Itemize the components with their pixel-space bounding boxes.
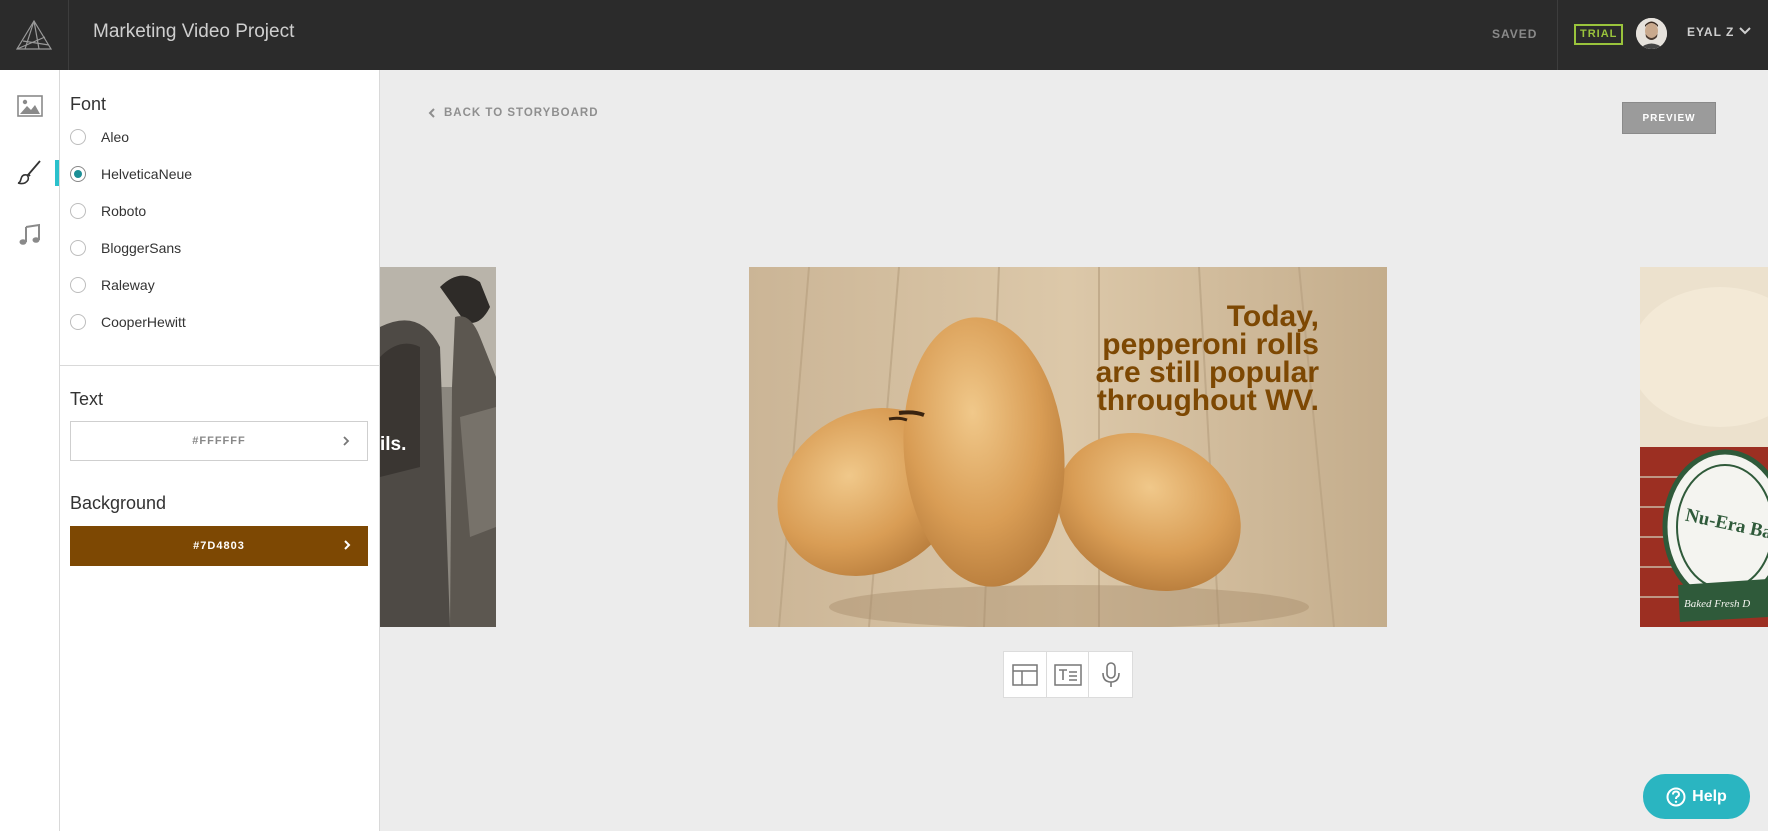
font-section-title: Font (70, 94, 107, 114)
question-icon (1666, 787, 1686, 806)
topbar-divider (1557, 0, 1558, 70)
layout-button[interactable] (1004, 652, 1047, 697)
rail-active-indicator (55, 160, 59, 186)
current-slide[interactable]: Today, pepperoni rolls are still popular… (749, 267, 1387, 627)
user-name[interactable]: EYAL Z (1687, 25, 1734, 39)
user-avatar-icon (1636, 18, 1667, 49)
back-link-label: BACK TO STORYBOARD (444, 107, 599, 119)
font-option-label: Raleway (101, 277, 155, 293)
radio-button[interactable] (70, 240, 86, 256)
logo-icon (15, 19, 53, 50)
help-button[interactable]: Help (1643, 774, 1750, 819)
font-option[interactable]: Aleo (70, 126, 370, 148)
layout-icon (1012, 663, 1038, 686)
chevron-right-icon (344, 540, 351, 550)
style-panel: Font Aleo HelveticaNeue Roboto BloggerSa… (60, 70, 380, 831)
next-slide-image: Nu-Era Bakery Baked Fresh D (1640, 267, 1768, 627)
font-option-label: HelveticaNeue (101, 166, 193, 182)
help-label: Help (1692, 787, 1727, 805)
trial-badge[interactable]: TRIAL (1574, 24, 1624, 45)
panel-divider (60, 365, 379, 366)
avatar[interactable] (1636, 18, 1667, 49)
background-color-picker[interactable]: #7D4803 (70, 526, 368, 566)
font-option-label: Aleo (101, 129, 130, 145)
chevron-down-icon[interactable] (1738, 24, 1752, 38)
text-section-title: Text (70, 389, 104, 409)
font-option[interactable]: Roboto (70, 200, 370, 222)
save-status: SAVED (1492, 27, 1538, 41)
font-option-label: BloggerSans (101, 240, 182, 256)
top-bar: Marketing Video Project SAVED TRIAL EYAL… (0, 0, 1768, 70)
rail-item-music[interactable] (0, 215, 60, 255)
radio-button-selected[interactable] (70, 166, 86, 182)
rail-item-style[interactable] (0, 152, 60, 192)
font-option[interactable]: Raleway (70, 274, 370, 296)
back-to-storyboard-link[interactable]: BACK TO STORYBOARD (428, 107, 599, 119)
microphone-icon (1101, 661, 1120, 687)
text-color-value: #FFFFFF (192, 435, 246, 447)
slide-toolbar (1003, 651, 1133, 698)
chevron-right-icon (343, 436, 350, 446)
chevron-left-icon (428, 108, 435, 118)
radio-button[interactable] (70, 277, 86, 293)
voiceover-button[interactable] (1089, 652, 1132, 697)
brush-icon (17, 160, 41, 185)
app-logo[interactable] (0, 0, 69, 70)
text-icon (1053, 663, 1082, 686)
text-button[interactable] (1047, 652, 1090, 697)
music-icon (19, 223, 40, 245)
text-color-picker[interactable]: #FFFFFF (70, 421, 368, 461)
font-option-label: Roboto (101, 203, 147, 219)
radio-button[interactable] (70, 129, 86, 145)
background-color-value: #7D4803 (193, 540, 245, 552)
image-icon (17, 95, 43, 117)
preview-button[interactable]: PREVIEW (1622, 102, 1716, 134)
previous-slide-caption: ils. (380, 434, 407, 455)
next-slide-sign-sub: Baked Fresh D (1684, 598, 1750, 610)
previous-slide[interactable]: ils. (380, 267, 496, 627)
radio-button[interactable] (70, 314, 86, 330)
tool-rail (0, 70, 60, 831)
font-option[interactable]: CooperHewitt (70, 311, 370, 333)
radio-button[interactable] (70, 203, 86, 219)
project-title[interactable]: Marketing Video Project (93, 21, 294, 43)
slide-caption-text[interactable]: Today, pepperoni rolls are still popular… (1096, 302, 1319, 416)
font-option[interactable]: HelveticaNeue (70, 163, 370, 185)
next-slide[interactable]: Nu-Era Bakery Baked Fresh D (1640, 267, 1768, 627)
rail-item-media[interactable] (0, 86, 60, 126)
font-option-label: CooperHewitt (101, 314, 186, 330)
font-option[interactable]: BloggerSans (70, 237, 370, 259)
background-section-title: Background (70, 493, 167, 513)
